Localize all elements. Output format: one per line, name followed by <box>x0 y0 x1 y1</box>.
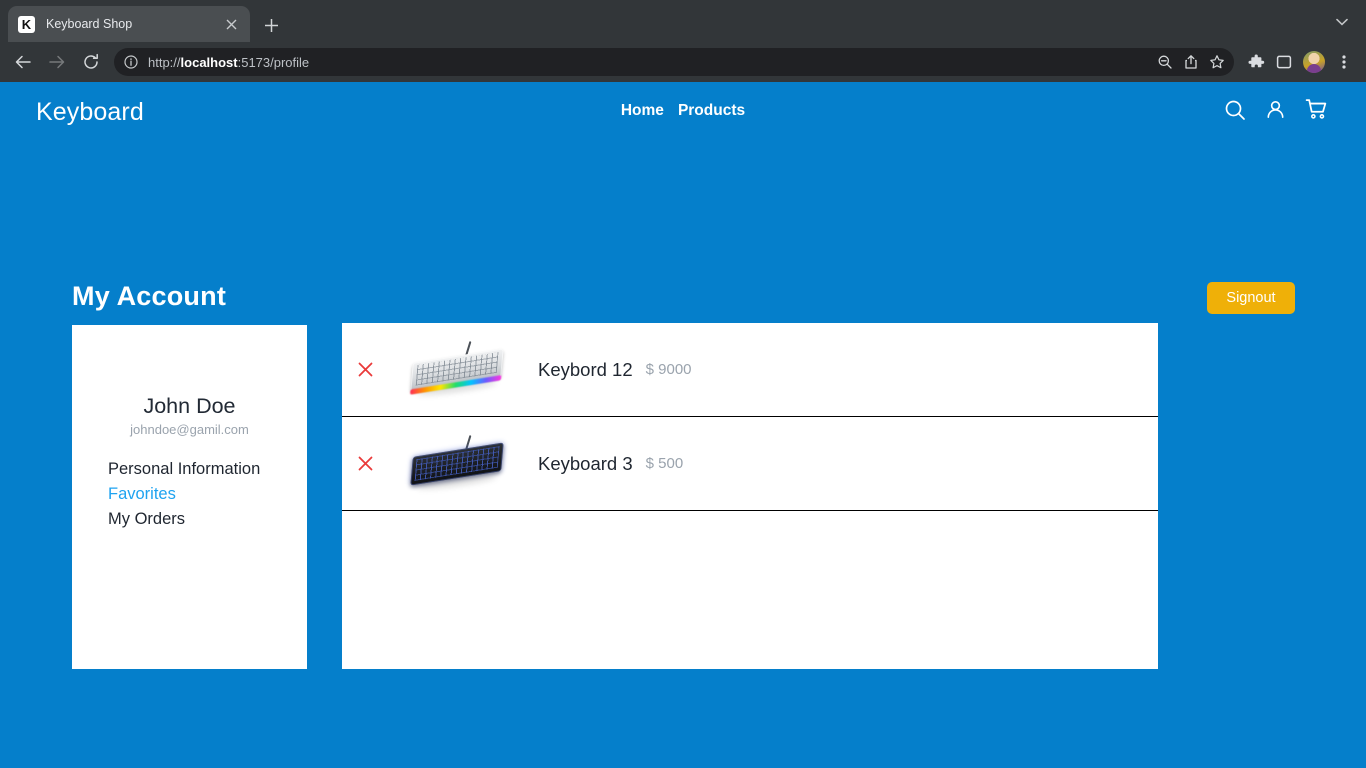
extensions-icon[interactable] <box>1242 47 1270 77</box>
browser-tab[interactable]: K Keyboard Shop <box>8 6 250 42</box>
new-tab-button[interactable] <box>258 12 284 38</box>
favorites-empty-space <box>342 511 1158 667</box>
favorites-panel: Keybord 12 $ 9000 Keyboard 3 $ 500 <box>342 323 1158 669</box>
header-icon-group <box>1221 96 1330 123</box>
profile-email: johndoe@gamil.com <box>130 421 249 437</box>
cart-icon[interactable] <box>1303 96 1330 123</box>
chevron-down-icon[interactable] <box>1328 10 1356 34</box>
product-name[interactable]: Keyboard 3 <box>538 453 633 475</box>
tab-favicon-icon: K <box>18 15 35 33</box>
profile-avatar[interactable] <box>1303 51 1325 73</box>
chrome-menu-icon[interactable] <box>1330 47 1358 77</box>
keyboard-rgb-white-photo <box>409 340 505 398</box>
main-navigation: Home Products <box>0 102 1366 120</box>
nav-home[interactable]: Home <box>621 102 664 120</box>
site-info-icon[interactable] <box>122 53 140 71</box>
favorite-row: Keybord 12 $ 9000 <box>342 323 1158 417</box>
nav-products[interactable]: Products <box>678 102 745 120</box>
address-bar-actions <box>1152 49 1230 75</box>
reload-icon[interactable] <box>76 47 106 77</box>
back-icon[interactable] <box>8 47 38 77</box>
account-menu: Personal Information Favorites My Orders <box>72 457 307 532</box>
product-price: $ 9000 <box>645 361 692 378</box>
sidebar-item-favorites[interactable]: Favorites <box>108 482 307 507</box>
forward-icon[interactable] <box>42 47 72 77</box>
tab-close-icon[interactable] <box>222 15 240 33</box>
browser-toolbar: http://localhost:5173/profile <box>0 42 1366 82</box>
product-meta: Keyboard 3 $ 500 <box>538 417 683 510</box>
keyboard-black-blue-photo <box>409 434 505 492</box>
tab-title: Keyboard Shop <box>46 17 133 31</box>
sidebar-item-my-orders[interactable]: My Orders <box>108 507 307 532</box>
signout-button[interactable]: Signout <box>1207 282 1295 314</box>
sidebar-item-personal-information[interactable]: Personal Information <box>108 457 307 482</box>
product-image[interactable] <box>402 417 512 510</box>
url-scheme: http:// <box>148 54 181 70</box>
address-bar-url: http://localhost:5173/profile <box>148 55 309 70</box>
browser-chrome: K Keyboard Shop http://localhost:5173/pr… <box>0 0 1366 82</box>
favorite-row: Keyboard 3 $ 500 <box>342 417 1158 511</box>
search-icon[interactable] <box>1221 96 1248 123</box>
product-meta: Keybord 12 $ 9000 <box>538 323 692 416</box>
product-name[interactable]: Keybord 12 <box>538 359 633 381</box>
zoom-out-icon[interactable] <box>1152 49 1178 75</box>
remove-favorite-icon[interactable] <box>352 323 378 416</box>
address-bar[interactable]: http://localhost:5173/profile <box>114 48 1234 76</box>
user-icon[interactable] <box>1262 96 1289 123</box>
page-title: My Account <box>72 281 227 311</box>
site-header: Keyboard Home Products <box>0 82 1366 140</box>
product-image[interactable] <box>402 323 512 416</box>
star-icon[interactable] <box>1204 49 1230 75</box>
share-icon[interactable] <box>1178 49 1204 75</box>
profile-card: John Doe johndoe@gamil.com Personal Info… <box>72 325 307 669</box>
page-body: Keyboard Home Products My Account Signou… <box>0 82 1366 768</box>
tab-strip: K Keyboard Shop <box>0 0 1366 42</box>
product-price: $ 500 <box>645 455 684 472</box>
remove-favorite-icon[interactable] <box>352 417 378 510</box>
url-path: :5173/profile <box>237 54 310 70</box>
profile-name: John Doe <box>143 394 236 418</box>
side-panel-icon[interactable] <box>1270 47 1298 77</box>
url-host: localhost <box>180 54 238 70</box>
